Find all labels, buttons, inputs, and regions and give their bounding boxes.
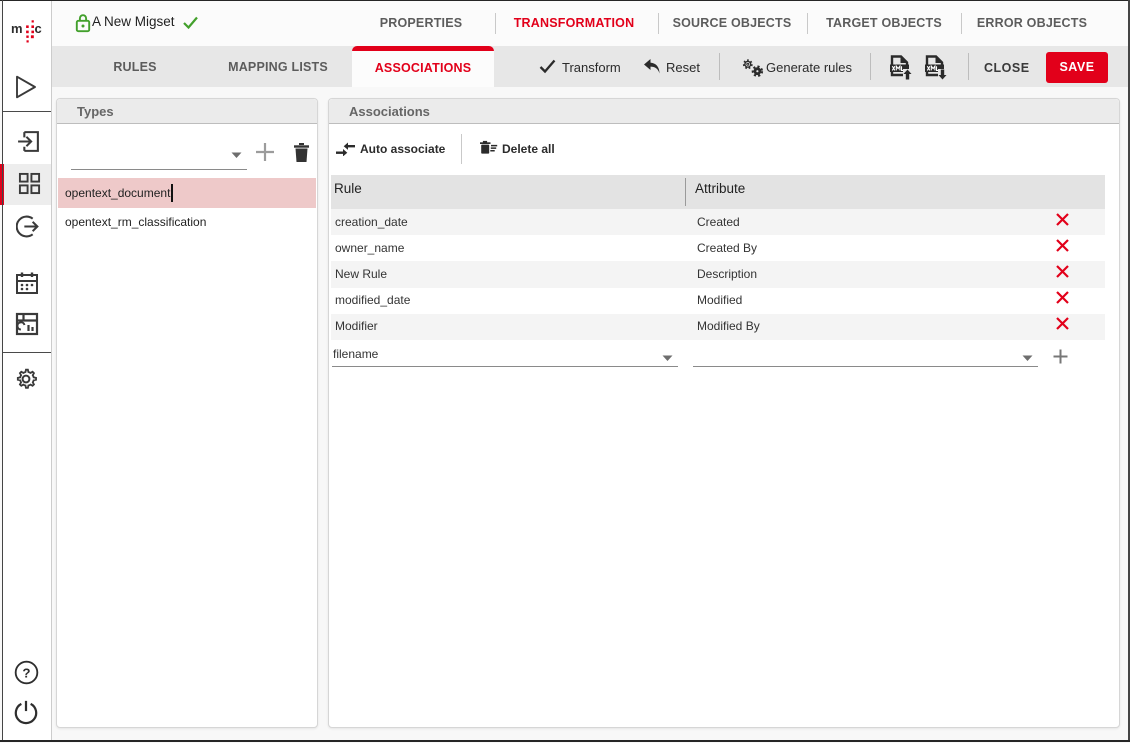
- svg-text:?: ?: [22, 665, 30, 680]
